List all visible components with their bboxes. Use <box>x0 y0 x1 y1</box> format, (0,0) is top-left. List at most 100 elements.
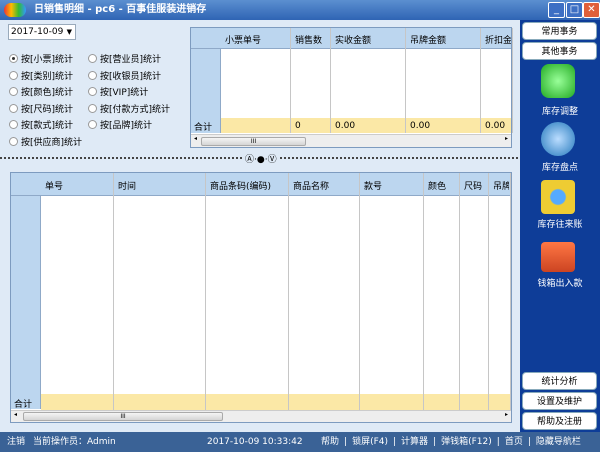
radio-label: 按[颜色]统计 <box>21 88 74 98</box>
separator: | <box>344 437 348 447</box>
radio-label: 按[品牌]统计 <box>100 121 153 131</box>
radio-label: 按[付款方式]统计 <box>100 104 171 115</box>
column-header[interactable]: 商品条码(编码) <box>210 179 287 192</box>
grid-column <box>206 173 289 410</box>
chevron-down-icon[interactable]: ▼ <box>67 25 72 39</box>
total-value: 0 <box>295 121 301 131</box>
radio-icon[interactable] <box>88 87 97 96</box>
radio-icon[interactable] <box>9 54 18 63</box>
refresh-arrows-icon[interactable] <box>541 64 575 98</box>
date-picker[interactable]: 2017-10-09 ▼ <box>8 24 76 40</box>
tab-other-tasks[interactable]: 其他事务 <box>522 42 597 60</box>
status-link[interactable]: 弹钱箱(F12) <box>441 437 492 447</box>
radio-option[interactable]: 按[收银员]统计 <box>88 70 161 84</box>
radio-icon[interactable] <box>88 103 97 113</box>
column-header[interactable]: 尺码 <box>464 179 487 192</box>
radio-option[interactable]: 按[VIP]统计 <box>88 86 148 100</box>
radio-label: 按[收银员]统计 <box>100 71 162 82</box>
grid-column <box>460 173 489 410</box>
status-link[interactable]: 隐藏导航栏 <box>536 437 581 447</box>
total-value: 0.00 <box>335 121 356 131</box>
close-button[interactable]: ✕ <box>583 2 600 18</box>
radio-option[interactable]: 按[小票]统计 <box>9 53 73 67</box>
radio-icon[interactable] <box>9 103 18 113</box>
radio-icon[interactable] <box>9 136 18 146</box>
grid-column <box>360 173 424 410</box>
summary-grid: 合计 ◂ III ▸ 小票单号 销售数 0 实收金额 0.00 吊牌金额 0.00 折扣金 0.00 <box>190 27 513 148</box>
radio-label: 按[类别]统计 <box>21 71 74 82</box>
column-header[interactable]: 实收金额 <box>335 33 404 46</box>
horizontal-scrollbar[interactable]: ◂ III ▸ <box>11 410 511 422</box>
radio-option[interactable]: 按[营业员]统计 <box>88 53 161 67</box>
separator: | <box>527 437 531 447</box>
separator: | <box>393 437 397 447</box>
column-header[interactable]: 小票单号 <box>225 33 289 46</box>
separator: | <box>433 437 437 447</box>
maximize-button[interactable]: □ <box>566 2 583 18</box>
radio-option[interactable]: 按[尺码]统计 <box>9 103 73 117</box>
column-header[interactable]: 时间 <box>118 179 204 192</box>
logout-link[interactable]: 注销 <box>7 432 25 452</box>
status-link[interactable]: 帮助 <box>321 437 339 447</box>
statistics-button[interactable]: 统计分析 <box>522 372 597 390</box>
sidebar-item-inventory-adjust[interactable]: 库存调整 <box>520 104 600 117</box>
radio-label: 按[营业员]统计 <box>100 55 162 65</box>
radio-icon[interactable] <box>9 70 18 80</box>
column-header[interactable]: 折扣金 <box>485 33 511 46</box>
sidebar-item-cash-box[interactable]: 钱箱出入款 <box>520 276 600 289</box>
app-logo-icon <box>4 3 26 17</box>
radio-option[interactable]: 按[品牌]统计 <box>88 119 152 133</box>
total-label: 合计 <box>14 400 33 410</box>
settings-button[interactable]: 设置及维护 <box>522 392 597 410</box>
grid-column <box>489 173 511 410</box>
separator: | <box>496 437 500 447</box>
minimize-button[interactable]: _ <box>548 2 565 18</box>
radio-icon[interactable] <box>88 120 97 129</box>
status-link[interactable]: 计算器 <box>401 437 428 447</box>
title-bar: 日销售明细 - pc6 - 百事佳服装进销存 <box>0 0 600 20</box>
status-link[interactable]: 锁屏(F4) <box>352 437 388 447</box>
operator-text: 当前操作员：Admin <box>33 437 116 447</box>
sidebar-item-stocktake[interactable]: 库存盘点 <box>520 160 600 173</box>
date-value: 2017-10-09 <box>11 27 64 37</box>
cash-box-icon[interactable] <box>541 242 575 272</box>
radio-option[interactable]: 按[类别]统计 <box>9 70 73 84</box>
radio-option[interactable]: 按[颜色]统计 <box>9 86 73 100</box>
column-header[interactable]: 款号 <box>364 179 422 192</box>
window-title: 日销售明细 - pc6 - 百事佳服装进销存 <box>34 4 207 15</box>
grid-column <box>41 173 114 410</box>
radio-icon[interactable] <box>9 87 18 96</box>
grid-column <box>424 173 460 410</box>
magnifier-globe-icon[interactable] <box>541 122 575 156</box>
radio-option[interactable]: 按[供应商]统计 <box>9 136 82 150</box>
status-bar: 注销 当前操作员：Admin 2017-10-09 10:33:42 帮助 | 锁屏… <box>0 432 600 452</box>
column-header[interactable]: 商品名称 <box>293 179 358 192</box>
grid-column <box>289 173 360 410</box>
radio-label: 按[小票]统计 <box>21 55 74 65</box>
detail-grid: 合计 ◂III▸ 单号时间商品条码(编码) 商品名称款号颜色尺码吊牌价 <box>10 172 512 423</box>
radio-icon[interactable] <box>88 70 97 80</box>
radio-option[interactable]: 按[款式]统计 <box>9 119 73 133</box>
radio-option[interactable]: 按[付款方式]统计 <box>88 103 170 117</box>
sidebar-item-inventory-ledger[interactable]: 库存往来账 <box>520 217 600 230</box>
grid-column <box>114 173 206 410</box>
column-header[interactable]: 吊牌金额 <box>410 33 479 46</box>
tab-common-tasks[interactable]: 常用事务 <box>522 22 597 40</box>
total-value: 0.00 <box>410 121 431 131</box>
total-value: 0.00 <box>485 121 506 131</box>
horizontal-scrollbar[interactable]: ◂ III ▸ <box>191 134 511 147</box>
column-header[interactable]: 颜色 <box>428 179 458 192</box>
column-header[interactable]: 销售数 <box>295 33 329 46</box>
help-register-button[interactable]: 帮助及注册 <box>522 412 597 430</box>
radio-label: 按[款式]统计 <box>21 121 74 131</box>
folder-search-icon[interactable] <box>541 180 575 214</box>
splitter-buttons[interactable]: Ⓐ·●·Ⓥ <box>243 152 279 165</box>
column-header[interactable]: 单号 <box>45 179 112 192</box>
status-link[interactable]: 首页 <box>505 437 523 447</box>
radio-icon[interactable] <box>88 54 97 63</box>
radio-icon[interactable] <box>9 120 18 129</box>
radio-label: 按[尺码]统计 <box>21 104 74 115</box>
column-header[interactable]: 吊牌价 <box>493 179 509 192</box>
datetime-text: 2017-10-09 10:33:42 <box>207 437 303 447</box>
total-label: 合计 <box>194 123 213 133</box>
